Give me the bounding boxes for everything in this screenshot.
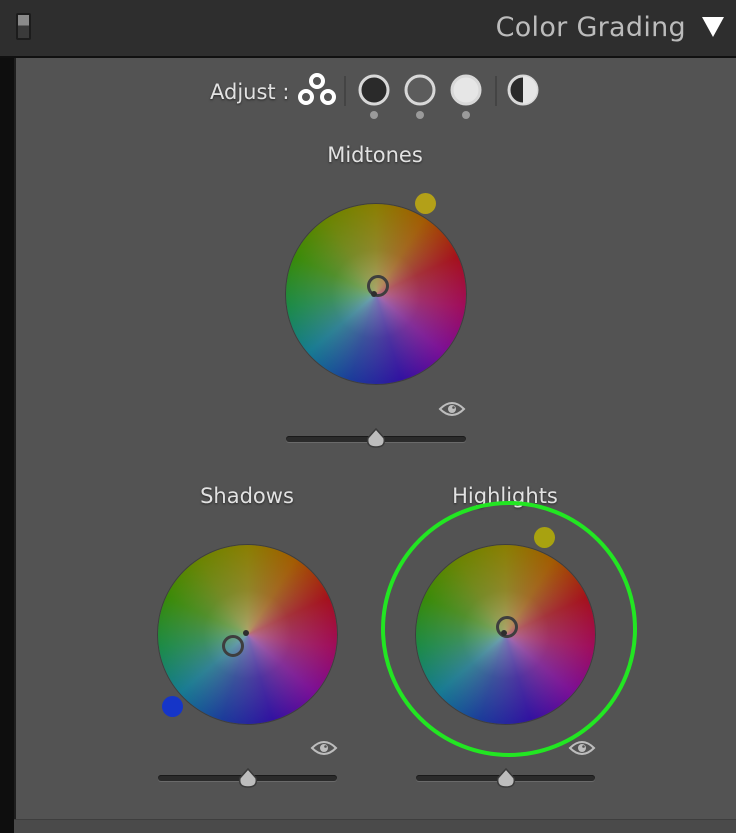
shadows-slider-thumb[interactable]: [237, 768, 259, 788]
highlights-slider-thumb[interactable]: [495, 768, 517, 788]
midtones-hue-swatch[interactable]: [415, 193, 436, 214]
panel-enable-switch[interactable]: [16, 13, 31, 40]
toolbar-divider: [344, 76, 346, 106]
adjust-label: Adjust :: [210, 80, 290, 104]
eye-icon[interactable]: [568, 739, 596, 757]
shadows-wheel-point: [243, 630, 249, 636]
midtones-slider-thumb[interactable]: [365, 428, 387, 448]
panel-bottom-edge: [14, 819, 736, 833]
midtones-indicator-dot: [416, 111, 424, 119]
shadows-indicator-dot: [370, 111, 378, 119]
highlights-annotation-circle: [381, 501, 637, 757]
panel-header: Color Grading: [0, 0, 736, 58]
eye-icon[interactable]: [310, 739, 338, 757]
mid-circle-icon[interactable]: [402, 72, 438, 108]
three-circles-icon[interactable]: [297, 72, 337, 108]
shadows-hue-swatch[interactable]: [162, 696, 183, 717]
panel-title: Color Grading: [495, 12, 686, 43]
dark-circle-icon[interactable]: [356, 72, 392, 108]
midtones-wheel-point: [371, 291, 377, 297]
eye-icon[interactable]: [438, 400, 466, 418]
half-circle-icon[interactable]: [505, 72, 541, 108]
shadows-label: Shadows: [200, 484, 294, 508]
midtones-label: Midtones: [327, 143, 423, 167]
light-circle-icon[interactable]: [448, 72, 484, 108]
shadows-wheel-handle[interactable]: [222, 635, 244, 657]
triangle-down-icon[interactable]: [700, 14, 726, 40]
highlights-indicator-dot: [462, 111, 470, 119]
toolbar-divider: [495, 76, 497, 106]
